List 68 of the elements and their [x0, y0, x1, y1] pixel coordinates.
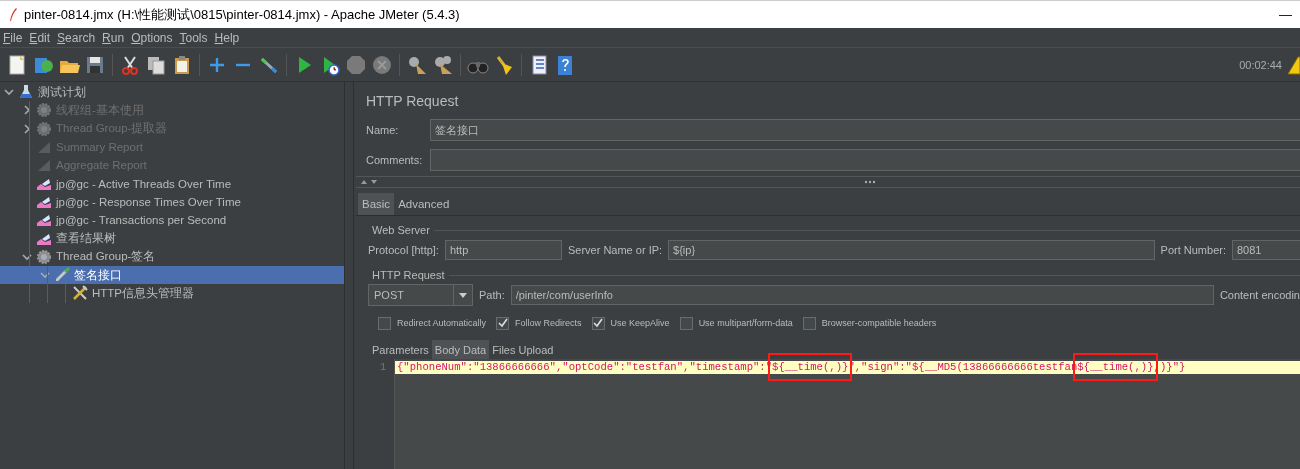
dropdown-value: POST: [373, 289, 405, 301]
tools-icon: [72, 285, 88, 302]
graph-icon: [36, 212, 52, 229]
field-label: Name:: [366, 124, 400, 136]
line-number: 1: [379, 361, 387, 374]
gear-icon: [36, 248, 52, 265]
tab[interactable]: Basic: [358, 193, 395, 215]
text-field[interactable]: /pinter/com/userInfo: [510, 285, 1214, 305]
splitter-handle[interactable]: [344, 82, 354, 469]
tree-item[interactable]: HTTP信息头管理器: [0, 284, 344, 303]
pipette-icon: [54, 267, 70, 284]
grip-dots-icon[interactable]: [864, 180, 876, 184]
checkbox[interactable]: Follow Redirects: [496, 316, 582, 330]
cancel-icon[interactable]: [371, 53, 393, 76]
tree-item[interactable]: Thread Group-签名: [0, 247, 344, 266]
new-file-icon[interactable]: [6, 53, 28, 76]
menu-item[interactable]: Search: [54, 30, 100, 45]
checkbox[interactable]: Redirect Automatically: [378, 316, 487, 330]
panel-title: HTTP Request: [365, 92, 460, 111]
tab[interactable]: Parameters: [369, 340, 432, 359]
field-label: Server Name or IP:: [567, 244, 663, 256]
flask-icon: [18, 84, 34, 101]
text-field[interactable]: 签名接口: [430, 119, 1300, 141]
checkbox[interactable]: Use multipart/form-data: [679, 316, 793, 330]
warning-icon[interactable]: [1288, 53, 1300, 76]
group-title: Web Server: [371, 224, 431, 236]
menu-item[interactable]: Tools: [176, 30, 212, 45]
tree-item[interactable]: jp@gc - Transactions per Second: [0, 211, 344, 230]
field-label: Content encodin: [1219, 289, 1300, 301]
text-field[interactable]: [430, 149, 1300, 171]
tab[interactable]: Advanced: [394, 193, 454, 215]
group-title: HTTP Request: [371, 269, 446, 281]
chart-icon: [36, 157, 52, 174]
text-field[interactable]: ${ip}: [668, 240, 1155, 260]
minimize-button[interactable]: —: [1279, 7, 1292, 22]
chart-icon: [36, 139, 52, 156]
field-label: Path:: [479, 289, 505, 301]
tree-item[interactable]: 签名接口: [0, 265, 344, 285]
field-label: Comments:: [366, 154, 424, 166]
text-field[interactable]: 8081: [1232, 240, 1300, 260]
tree-item[interactable]: jp@gc - Response Times Over Time: [0, 192, 344, 212]
check-icon: [593, 318, 604, 328]
chevron-down-icon[interactable]: [22, 251, 32, 262]
gear-icon: [36, 102, 52, 119]
method-dropdown[interactable]: POST: [368, 284, 473, 306]
tree-item[interactable]: jp@gc - Active Threads Over Time: [0, 174, 344, 193]
elapsed-time: 00:02:44: [1239, 58, 1282, 71]
chevron-down-icon[interactable]: [4, 87, 14, 98]
check-icon: [497, 318, 508, 328]
menu-item[interactable]: File: [0, 30, 27, 45]
tab[interactable]: Body Data: [431, 340, 490, 359]
collapse-arrows-icon[interactable]: [360, 178, 380, 186]
checkbox[interactable]: Use KeepAlive: [591, 316, 670, 330]
feather-icon: [8, 6, 18, 23]
tab[interactable]: Files Upload: [489, 340, 557, 359]
menu-item[interactable]: Run: [99, 30, 129, 45]
chevron-down-icon[interactable]: [40, 270, 50, 281]
menu-item[interactable]: Help: [211, 30, 244, 45]
gear-icon: [36, 120, 52, 137]
window-title: pinter-0814.jmx (H:\性能测试\0815\pinter-0814.jmx) - Apache JMeter (5.4.3): [24, 5, 461, 24]
tree-item[interactable]: 查看结果树: [0, 229, 344, 248]
field-label: Port Number:: [1160, 244, 1226, 256]
menu-item[interactable]: Options: [128, 30, 177, 45]
field-label: Protocol [http]:: [368, 244, 439, 256]
tree-item[interactable]: 测试计划: [0, 83, 344, 102]
text-field[interactable]: http: [444, 240, 562, 260]
checkbox[interactable]: Browser-compatible headers: [802, 316, 937, 330]
menu-item[interactable]: Edit: [26, 30, 55, 45]
